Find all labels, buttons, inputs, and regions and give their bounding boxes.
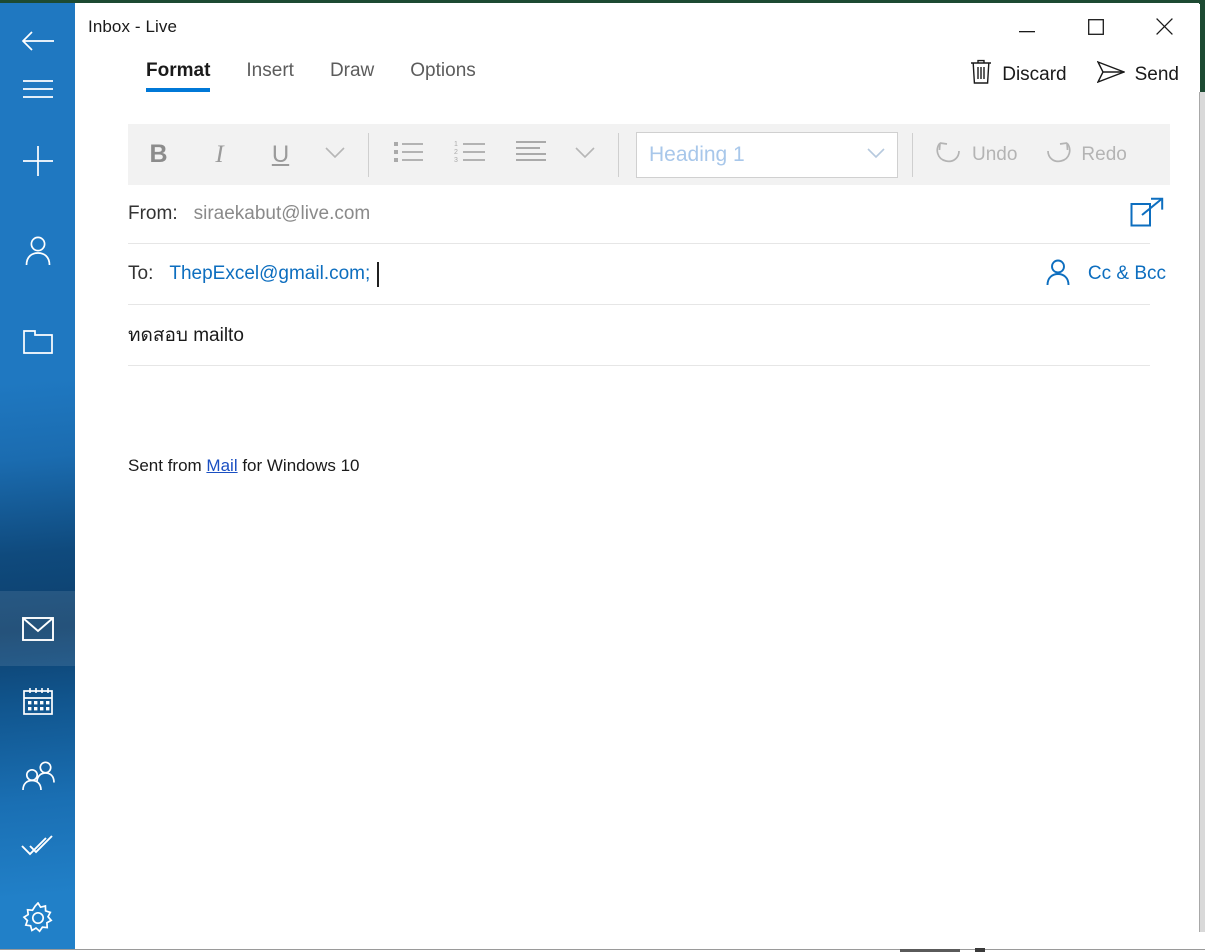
- text-caret: [377, 261, 380, 287]
- redo-label: Redo: [1081, 143, 1127, 165]
- chevron-down-icon: [325, 146, 345, 164]
- back-arrow-icon: [21, 29, 55, 53]
- bold-button[interactable]: B: [128, 124, 189, 185]
- svg-text:3: 3: [454, 157, 458, 164]
- from-row-actions: [1130, 185, 1166, 243]
- undo-button[interactable]: Undo: [922, 124, 1031, 185]
- toolbar-divider: [912, 132, 913, 177]
- compose-main-pane: Inbox - Live Format Insert Draw Options …: [75, 3, 1199, 949]
- checkmark-icon: [20, 833, 55, 859]
- svg-text:1: 1: [454, 141, 458, 148]
- tab-draw[interactable]: Draw: [312, 55, 392, 82]
- signature-line: Sent from Mail for Windows 10: [128, 456, 359, 476]
- gear-icon: [22, 901, 54, 934]
- mail-app-link[interactable]: Mail: [206, 456, 237, 475]
- formatting-toolbar: B I U 1 2 3 Heading 1 Undo Redo: [128, 124, 1170, 185]
- from-value: siraekabut@live.com: [193, 203, 371, 224]
- sidebar-item-new-mail[interactable]: [0, 123, 75, 198]
- sidebar-item-mail[interactable]: [0, 591, 75, 666]
- compose-fields: From: siraekabut@live.com To: ThepExcel@…: [128, 185, 1203, 475]
- send-arrow-icon: [1096, 60, 1126, 89]
- italic-button[interactable]: I: [189, 124, 250, 185]
- undo-arrow-icon: [936, 140, 962, 170]
- to-row-actions: Cc & Bcc: [1044, 244, 1166, 304]
- trash-icon: [970, 59, 992, 90]
- maximize-icon: [1087, 18, 1104, 40]
- sidebar-item-settings[interactable]: [0, 880, 75, 950]
- bullet-list-button[interactable]: [378, 124, 439, 185]
- person-icon: [24, 236, 52, 266]
- from-label: From:: [128, 203, 178, 224]
- discard-button[interactable]: Discard: [970, 59, 1067, 90]
- people-icon: [21, 760, 55, 791]
- to-value: ThepExcel@gmail.com;: [169, 263, 371, 284]
- tab-options[interactable]: Options: [392, 55, 493, 82]
- taskbar-hint-segment-2: [975, 948, 985, 952]
- chevron-down-icon: [575, 146, 595, 164]
- send-label: Send: [1134, 63, 1179, 85]
- sidebar-item-folders[interactable]: [0, 303, 75, 378]
- plus-icon: [22, 145, 53, 176]
- signature-prefix: Sent from: [128, 456, 207, 475]
- align-more-button[interactable]: [561, 124, 609, 185]
- to-row[interactable]: To: ThepExcel@gmail.com; Cc & Bcc: [128, 244, 1166, 305]
- chevron-down-icon: [867, 146, 885, 164]
- send-button[interactable]: Send: [1096, 60, 1179, 89]
- paragraph-style-dropdown[interactable]: Heading 1: [636, 131, 898, 178]
- person-icon[interactable]: [1044, 258, 1072, 291]
- title-bar: Inbox - Live: [75, 3, 1199, 55]
- folder-icon: [22, 328, 53, 354]
- align-button[interactable]: [500, 124, 561, 185]
- calendar-icon: [22, 687, 53, 715]
- subject-row[interactable]: ทดสอบ mailto: [128, 305, 1150, 366]
- background-window-right-edge: [1200, 0, 1205, 92]
- redo-arrow-icon: [1045, 140, 1071, 170]
- font-more-button[interactable]: [311, 124, 359, 185]
- subject-value: ทดสอบ mailto: [128, 325, 244, 346]
- sidebar-item-menu[interactable]: [0, 51, 75, 126]
- window-controls: [992, 3, 1199, 55]
- maximize-button[interactable]: [1061, 3, 1130, 55]
- sidebar-item-calendar[interactable]: [0, 663, 75, 738]
- mail-compose-window: Inbox - Live Format Insert Draw Options …: [0, 0, 1205, 952]
- toolbar-divider: [618, 132, 619, 177]
- tab-insert[interactable]: Insert: [228, 55, 312, 82]
- sidebar-item-tasks[interactable]: [0, 808, 75, 883]
- close-button[interactable]: [1130, 3, 1199, 55]
- cc-bcc-button[interactable]: Cc & Bcc: [1088, 263, 1166, 285]
- to-label: To:: [128, 263, 154, 284]
- navigation-sidebar: [0, 3, 75, 950]
- paragraph-style-value: Heading 1: [649, 142, 745, 166]
- redo-button[interactable]: Redo: [1031, 124, 1140, 185]
- bullet-list-icon: [393, 141, 424, 168]
- underline-button[interactable]: U: [250, 124, 311, 185]
- envelope-icon: [21, 616, 54, 641]
- sidebar-item-people[interactable]: [0, 738, 75, 813]
- undo-label: Undo: [972, 143, 1018, 165]
- ribbon-actions: Discard Send: [970, 59, 1179, 90]
- tab-format[interactable]: Format: [128, 55, 228, 92]
- numbered-list-button[interactable]: 1 2 3: [439, 124, 500, 185]
- svg-text:2: 2: [454, 149, 458, 156]
- window-title: Inbox - Live: [88, 17, 178, 36]
- ribbon-tab-strip: Format Insert Draw Options Discard Send: [75, 55, 1199, 107]
- from-row[interactable]: From: siraekabut@live.com: [128, 185, 1164, 244]
- toolbar-divider: [368, 132, 369, 177]
- message-body[interactable]: Sent from Mail for Windows 10: [128, 366, 1150, 866]
- discard-label: Discard: [1002, 63, 1067, 85]
- sidebar-item-accounts[interactable]: [0, 213, 75, 288]
- open-in-new-window-icon[interactable]: [1130, 197, 1166, 232]
- minimize-button[interactable]: [992, 3, 1061, 55]
- align-left-icon: [515, 141, 546, 168]
- hamburger-menu-icon: [22, 79, 53, 99]
- close-icon: [1156, 18, 1173, 40]
- numbered-list-icon: 1 2 3: [454, 140, 486, 169]
- signature-suffix: for Windows 10: [237, 456, 360, 475]
- minimize-icon: [1018, 20, 1035, 38]
